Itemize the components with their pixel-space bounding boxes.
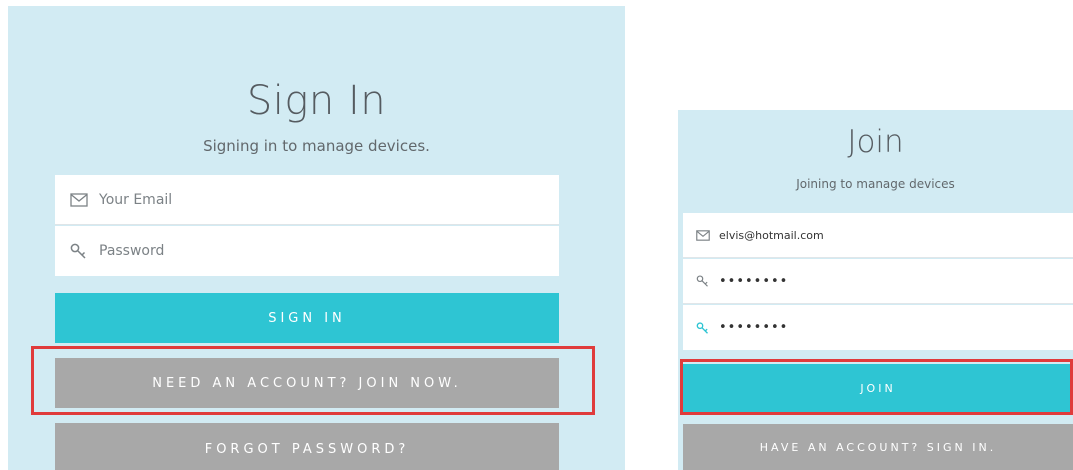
signin-email-input[interactable] bbox=[99, 191, 539, 208]
signin-button[interactable]: SIGN IN bbox=[55, 293, 559, 343]
signin-panel: Sign In Signing in to manage devices. SI… bbox=[8, 6, 625, 470]
join-password-field bbox=[683, 259, 1073, 304]
forgot-password-button[interactable]: FORGOT PASSWORD? bbox=[55, 423, 559, 470]
join-now-button[interactable]: NEED AN ACCOUNT? JOIN NOW. bbox=[55, 358, 559, 408]
join-email-input[interactable] bbox=[719, 228, 1059, 242]
stage: Sign In Signing in to manage devices. SI… bbox=[0, 0, 1073, 470]
signin-subtitle: Signing in to manage devices. bbox=[203, 137, 430, 155]
join-password-input[interactable] bbox=[719, 273, 1059, 289]
key-icon-active bbox=[695, 320, 711, 336]
join-title: Join bbox=[847, 124, 904, 160]
key-icon bbox=[69, 241, 89, 261]
have-account-signin-button[interactable]: HAVE AN ACCOUNT? SIGN IN. bbox=[683, 424, 1073, 470]
join-confirm-password-input[interactable] bbox=[719, 320, 1059, 335]
signin-email-field bbox=[55, 175, 559, 225]
signin-title: Sign In bbox=[246, 78, 387, 124]
join-button[interactable]: JOIN bbox=[683, 364, 1073, 412]
key-icon bbox=[695, 273, 711, 289]
join-subtitle: Joining to manage devices bbox=[796, 177, 955, 191]
envelope-icon bbox=[69, 190, 89, 210]
join-panel: Join Joining to manage devices JOIN HAVE… bbox=[678, 110, 1073, 470]
join-confirm-password-field bbox=[683, 305, 1073, 350]
join-email-field bbox=[683, 213, 1073, 258]
signin-password-field bbox=[55, 226, 559, 276]
envelope-icon bbox=[695, 227, 711, 243]
signin-password-input[interactable] bbox=[99, 243, 539, 259]
